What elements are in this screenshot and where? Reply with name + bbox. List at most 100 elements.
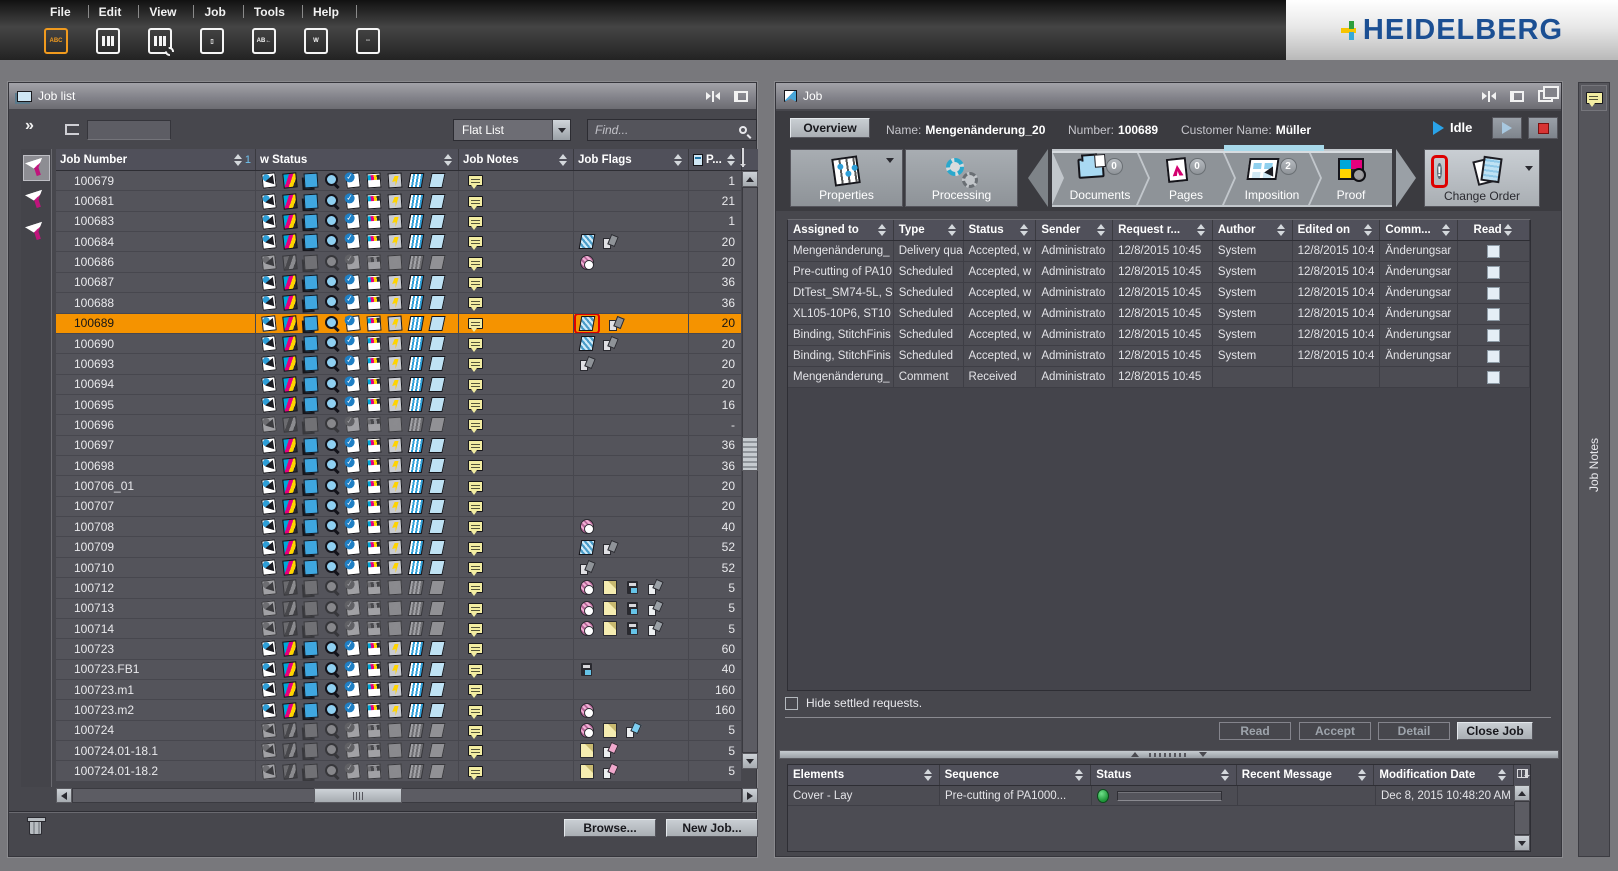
find-input[interactable]: Find...: [587, 119, 757, 141]
menu-file[interactable]: File: [40, 3, 89, 21]
tabs-scroll-right-icon[interactable]: [1396, 149, 1416, 207]
job-row[interactable]: 100723.m1 160: [56, 680, 742, 700]
scrollbar-thumb[interactable]: [314, 788, 402, 803]
job-row[interactable]: 100681 21: [56, 191, 742, 211]
request-row[interactable]: XL105-10P6, ST10 Scheduled Accepted, w A…: [788, 304, 1530, 325]
close-job-button[interactable]: Close Job: [1457, 722, 1533, 740]
tabs-scroll-left-icon[interactable]: [1028, 149, 1048, 207]
browse-button[interactable]: Browse...: [564, 819, 656, 837]
filter-funnel-2[interactable]: [23, 187, 50, 213]
elements-vertical-scrollbar[interactable]: [1514, 785, 1530, 851]
scroll-down-icon[interactable]: [742, 753, 758, 769]
job-row[interactable]: 100714 5: [56, 619, 742, 639]
sort-icon[interactable]: [444, 154, 452, 166]
request-row[interactable]: Mengenänderung_ Comment Received Adminis…: [788, 367, 1530, 388]
request-row[interactable]: Pre-cutting of PA10 Scheduled Accepted, …: [788, 262, 1530, 283]
job-row[interactable]: 100687 36: [56, 273, 742, 293]
column-recent-message[interactable]: Recent Message: [1237, 765, 1375, 785]
hide-settled-checkbox[interactable]: [785, 697, 798, 710]
job-row[interactable]: 100683 1: [56, 212, 742, 232]
group-filter-input[interactable]: [87, 120, 171, 140]
expand-sidebar-icon[interactable]: »: [25, 117, 34, 135]
tab-processing[interactable]: Processing: [905, 149, 1018, 207]
scroll-up-icon[interactable]: [1514, 785, 1530, 801]
request-row[interactable]: Binding, StitchFinis Scheduled Accepted,…: [788, 346, 1530, 367]
accept-button[interactable]: Accept: [1299, 722, 1371, 740]
new-job-button[interactable]: New Job...: [666, 819, 758, 837]
job-row[interactable]: 100724.01-18.1 5: [56, 741, 742, 761]
tab-documents[interactable]: 0 Documents: [1052, 151, 1148, 205]
tab-properties[interactable]: Properties: [790, 149, 903, 207]
sort-icon[interactable]: [559, 154, 567, 166]
job-row[interactable]: 100693 20: [56, 354, 742, 374]
menu-help[interactable]: Help: [303, 3, 357, 21]
menu-edit[interactable]: Edit: [89, 3, 140, 21]
job-row[interactable]: 100723.m2 160: [56, 700, 742, 720]
menu-view[interactable]: View: [139, 3, 194, 21]
job-row[interactable]: 100697 36: [56, 436, 742, 456]
change-order-button[interactable]: ! Change Order: [1424, 149, 1540, 207]
column-config-icon[interactable]: [742, 149, 758, 171]
tab-proof[interactable]: Proof: [1310, 151, 1392, 205]
collapse-panel-icon[interactable]: [1482, 91, 1496, 102]
job-row[interactable]: 100679 1: [56, 171, 742, 191]
press-device-icon[interactable]: ▯: [200, 28, 224, 54]
read-button[interactable]: Read: [1219, 722, 1291, 740]
stop-job-button[interactable]: [1528, 117, 1558, 139]
column-status[interactable]: w Status: [256, 149, 459, 170]
job-row[interactable]: 100712 5: [56, 578, 742, 598]
read-checkbox[interactable]: [1487, 308, 1500, 321]
column-element-status[interactable]: Status: [1091, 765, 1237, 785]
job-row[interactable]: 100713 5: [56, 599, 742, 619]
column-job-flags[interactable]: Job Flags: [574, 149, 689, 170]
read-checkbox[interactable]: [1487, 371, 1500, 384]
panel-splitter-handle[interactable]: [779, 750, 1559, 759]
column-comment[interactable]: Comm...: [1380, 220, 1458, 240]
job-table-horizontal-scrollbar[interactable]: [56, 788, 758, 803]
job-row[interactable]: 100696 -: [56, 415, 742, 435]
job-row[interactable]: 100710 52: [56, 558, 742, 578]
read-checkbox[interactable]: [1487, 350, 1500, 363]
request-row[interactable]: DtTest_SM74-5L, S Scheduled Accepted, w …: [788, 283, 1530, 304]
job-row[interactable]: 100686 20: [56, 252, 742, 272]
job-notes-tab[interactable]: [1581, 85, 1607, 111]
tab-pages[interactable]: 0 Pages: [1138, 151, 1234, 205]
job-row[interactable]: 100708 40: [56, 517, 742, 537]
sort-icon[interactable]: [674, 154, 682, 166]
text-import-icon[interactable]: AB←: [252, 28, 276, 54]
job-row[interactable]: 100694 20: [56, 375, 742, 395]
detach-panel-icon[interactable]: [1510, 91, 1524, 102]
read-checkbox[interactable]: [1487, 329, 1500, 342]
properties-dropdown-icon[interactable]: [886, 158, 894, 163]
column-read[interactable]: Read: [1458, 220, 1530, 240]
menu-tools[interactable]: Tools: [244, 3, 303, 21]
job-list-icon[interactable]: ABC: [44, 28, 68, 54]
job-row[interactable]: 100698 36: [56, 456, 742, 476]
detach-panel-icon[interactable]: [734, 91, 748, 102]
view-mode-dropdown[interactable]: Flat List: [453, 119, 571, 141]
request-row[interactable]: Mengenänderung_ Delivery qua Accepted, w…: [788, 241, 1530, 262]
job-row[interactable]: 100688 36: [56, 293, 742, 313]
detail-button[interactable]: Detail: [1378, 722, 1450, 740]
column-sequence[interactable]: Sequence: [940, 765, 1092, 785]
scroll-right-icon[interactable]: [742, 788, 758, 803]
trash-icon[interactable]: [29, 820, 42, 835]
column-job-number[interactable]: Job Number 1: [56, 149, 256, 170]
scrollbar-thumb[interactable]: [742, 437, 758, 471]
column-request-received[interactable]: Request r...: [1113, 220, 1213, 240]
scroll-left-icon[interactable]: [56, 788, 72, 803]
read-checkbox[interactable]: [1487, 287, 1500, 300]
tree-view-icon[interactable]: [65, 124, 79, 135]
job-row[interactable]: 100684 20: [56, 232, 742, 252]
job-row[interactable]: 100706_01 20: [56, 476, 742, 496]
element-row[interactable]: Cover - Lay Pre-cutting of PA1000... Dec…: [788, 786, 1530, 806]
report-document-icon[interactable]: W: [304, 28, 328, 54]
request-row[interactable]: Binding, StitchFinis Scheduled Accepted,…: [788, 325, 1530, 346]
start-job-button[interactable]: [1492, 117, 1522, 139]
column-type[interactable]: Type: [894, 220, 964, 240]
job-row[interactable]: 100695 16: [56, 395, 742, 415]
sort-icon[interactable]: [727, 154, 735, 166]
column-job-notes[interactable]: Job Notes: [459, 149, 574, 170]
scroll-up-icon[interactable]: [742, 171, 758, 187]
filter-funnel-3[interactable]: [23, 219, 50, 245]
